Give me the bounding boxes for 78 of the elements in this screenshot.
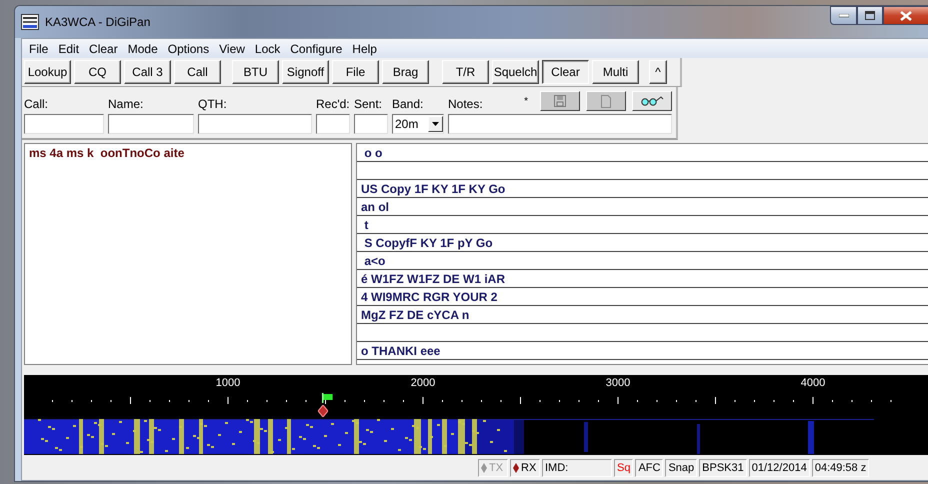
toolbar-button[interactable]: Signoff bbox=[282, 60, 329, 84]
menu-item[interactable]: Clear bbox=[84, 42, 123, 56]
status-field: AFC bbox=[635, 459, 664, 477]
field-label: Name: bbox=[108, 97, 144, 111]
menu-item[interactable]: View bbox=[214, 42, 250, 56]
input-field[interactable] bbox=[354, 114, 388, 134]
frequency-label: 3000 bbox=[606, 377, 630, 389]
menu-item[interactable]: Lock bbox=[250, 42, 286, 56]
diamond-marker-icon bbox=[318, 405, 328, 417]
close-button[interactable] bbox=[883, 6, 928, 25]
glasses-icon bbox=[640, 96, 664, 106]
toolbar-button[interactable]: Call bbox=[174, 60, 221, 84]
collapse-button[interactable]: ^ bbox=[649, 60, 667, 84]
diamond-icon bbox=[481, 463, 487, 473]
modified-marker: * bbox=[524, 96, 528, 106]
toolbar-button[interactable]: File bbox=[332, 60, 379, 84]
glasses-button[interactable] bbox=[632, 91, 672, 111]
app-icon bbox=[21, 14, 39, 30]
status-field: Snap bbox=[665, 459, 698, 477]
close-icon bbox=[900, 10, 912, 20]
minimize-icon bbox=[838, 14, 848, 18]
toolbar-button[interactable]: Squelch bbox=[492, 60, 539, 84]
dropdown-arrow-icon bbox=[432, 122, 439, 126]
received-text: S CopyfF KY 1F pY Go bbox=[363, 236, 493, 250]
band-dropdown[interactable]: 20m bbox=[392, 114, 444, 134]
status-field: 01/12/2014 bbox=[748, 459, 810, 477]
received-text: MgZ FZ DE cYCA n bbox=[361, 308, 470, 322]
input-field[interactable] bbox=[108, 114, 194, 134]
input-field[interactable] bbox=[448, 114, 672, 134]
received-text: é W1FZ W1FZ DE W1 iAR bbox=[361, 272, 505, 286]
field-label: Rec'd: bbox=[316, 97, 350, 111]
field-label: Band: bbox=[392, 97, 424, 111]
frequency-label: 2000 bbox=[410, 377, 436, 389]
received-text: o THANKI eee bbox=[361, 344, 440, 358]
status-field: BPSK31 bbox=[699, 459, 747, 477]
status-field: Sq bbox=[614, 459, 634, 477]
status-field: 04:49:58 z bbox=[812, 459, 870, 477]
toolbar-button[interactable]: CQ bbox=[74, 60, 121, 84]
menu-item[interactable]: Options bbox=[162, 42, 214, 56]
toolbar-button[interactable]: Multi bbox=[592, 60, 639, 84]
menu-item[interactable]: Edit bbox=[53, 42, 84, 56]
toolbar-button[interactable]: Lookup bbox=[24, 60, 71, 84]
input-field[interactable] bbox=[316, 114, 350, 134]
menu-item[interactable]: Mode bbox=[122, 42, 163, 56]
received-text: US Copy 1F KY 1F KY Go bbox=[361, 182, 506, 196]
diamond-icon bbox=[513, 463, 519, 473]
input-field[interactable] bbox=[198, 114, 312, 134]
field-label: Sent: bbox=[354, 97, 384, 111]
maximize-button[interactable] bbox=[857, 6, 883, 25]
maximize-icon bbox=[865, 11, 875, 20]
received-text: o o bbox=[363, 146, 382, 160]
frequency-label: 4000 bbox=[800, 377, 826, 389]
field-label: QTH: bbox=[198, 97, 228, 111]
received-text: 4 WI9MRC RGR YOUR 2 bbox=[361, 290, 498, 304]
menu-item[interactable]: Help bbox=[347, 42, 382, 56]
received-text: an ol bbox=[361, 200, 390, 214]
document-icon bbox=[601, 94, 611, 108]
toolbar-button[interactable]: T/R bbox=[442, 60, 489, 84]
toolbar-button[interactable]: Brag bbox=[382, 60, 429, 84]
minimize-button[interactable] bbox=[830, 6, 857, 25]
flag-icon bbox=[322, 393, 334, 403]
input-field[interactable] bbox=[24, 114, 104, 134]
field-label: Notes: bbox=[448, 97, 483, 111]
window-title: KA3WCA - DiGiPan bbox=[45, 15, 150, 29]
received-text: t bbox=[363, 218, 368, 232]
receive-indicator[interactable]: RX bbox=[510, 459, 540, 477]
transmit-pane[interactable]: ms 4a ms k oonTnoCo aite bbox=[24, 143, 352, 365]
menu-item[interactable]: Configure bbox=[285, 42, 348, 56]
received-text: a<o bbox=[363, 254, 386, 268]
toolbar-button[interactable]: Call 3 bbox=[124, 60, 171, 84]
waterfall-panel[interactable]: 1000 2000 3000 4000 bbox=[24, 375, 928, 455]
imd-readout: IMD: bbox=[542, 459, 612, 477]
transmit-text: ms 4a ms k oonTnoCo aite bbox=[29, 146, 184, 160]
toolbar-button[interactable]: BTU bbox=[232, 60, 279, 84]
menu-item[interactable]: File bbox=[24, 42, 54, 56]
toolbar-button[interactable]: Clear bbox=[542, 60, 589, 84]
field-label: Call: bbox=[24, 97, 50, 111]
frequency-label: 1000 bbox=[216, 377, 240, 389]
